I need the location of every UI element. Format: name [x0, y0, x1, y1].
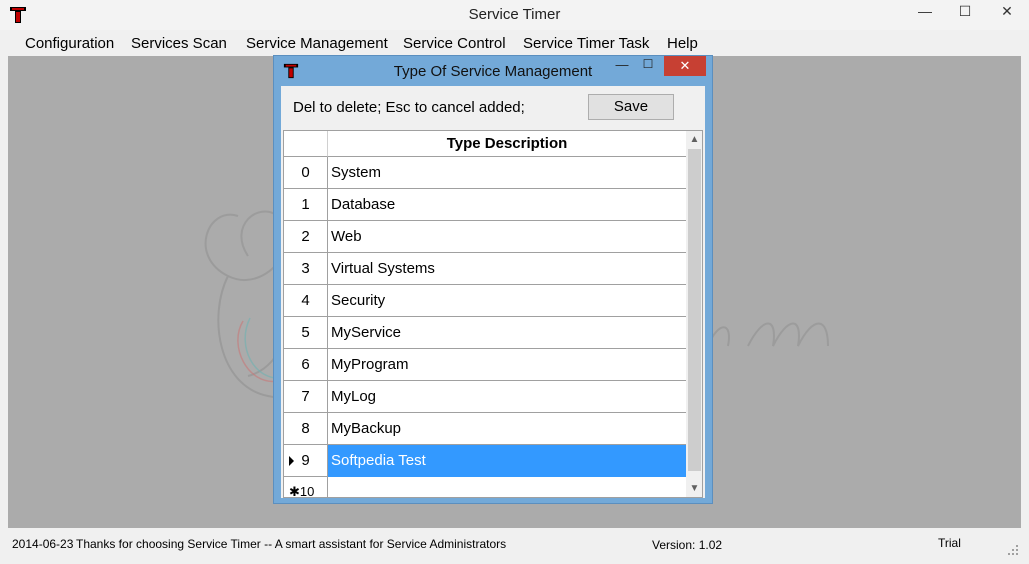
close-button[interactable]: ✕	[985, 0, 1029, 22]
row-description[interactable]: MyService	[328, 317, 686, 349]
row-description[interactable]: Database	[328, 189, 686, 221]
row-index: 4	[284, 285, 328, 317]
row-index: 7	[284, 381, 328, 413]
table-row[interactable]: 7 MyLog	[284, 381, 686, 413]
new-row-number: 10	[299, 484, 315, 498]
menu-service-control[interactable]: Service Control	[403, 35, 506, 52]
table-row[interactable]: 3 Virtual Systems	[284, 253, 686, 285]
menu-service-timer-task[interactable]: Service Timer Task	[523, 35, 649, 52]
row-description[interactable]: Softpedia Test	[328, 445, 686, 477]
grid-header-corner[interactable]	[284, 131, 328, 157]
title-bar: Service Timer — ☐ ✕	[0, 0, 1029, 30]
row-description[interactable]: Virtual Systems	[328, 253, 686, 285]
new-row[interactable]: ✱10	[284, 477, 686, 498]
dialog-close-button[interactable]: ✕	[664, 56, 706, 76]
row-index: 3	[284, 253, 328, 285]
column-header-type-description[interactable]: Type Description	[328, 131, 686, 157]
table-row[interactable]: 8 MyBackup	[284, 413, 686, 445]
row-index: 8	[284, 413, 328, 445]
dialog-maximize-button[interactable]: ☐	[636, 57, 660, 75]
row-description[interactable]: MyProgram	[328, 349, 686, 381]
dialog-minimize-button[interactable]: —	[610, 57, 634, 75]
table-row[interactable]: 1 Database	[284, 189, 686, 221]
row-index: 5	[284, 317, 328, 349]
size-grip-icon[interactable]	[1007, 544, 1019, 556]
row-index: 9	[284, 445, 328, 477]
window-title: Service Timer	[468, 6, 561, 23]
dialog-content: Del to delete; Esc to cancel added; Save…	[281, 86, 705, 498]
minimize-button[interactable]: —	[910, 0, 940, 22]
scroll-up-icon[interactable]: ▲	[686, 131, 702, 148]
save-button[interactable]: Save	[588, 94, 674, 120]
status-date: 2014-06-23	[12, 537, 74, 551]
status-bar: 2014-06-23 Thanks for choosing Service T…	[8, 530, 1021, 558]
row-index: 1	[284, 189, 328, 221]
maximize-button[interactable]: ☐	[950, 0, 980, 22]
vertical-scrollbar[interactable]: ▲ ▼	[686, 131, 702, 497]
status-license: Trial	[938, 536, 961, 550]
table-row[interactable]: 2 Web	[284, 221, 686, 253]
grid-header: Type Description	[284, 131, 686, 157]
row-description[interactable]: Web	[328, 221, 686, 253]
dialog-title-bar[interactable]: Type Of Service Management — ☐ ✕	[274, 56, 712, 86]
type-of-service-management-dialog: Type Of Service Management — ☐ ✕ Del to …	[273, 55, 713, 504]
menu-service-management[interactable]: Service Management	[246, 35, 388, 52]
row-description[interactable]: MyBackup	[328, 413, 686, 445]
menu-configuration[interactable]: Configuration	[25, 35, 114, 52]
row-description[interactable]: MyLog	[328, 381, 686, 413]
scrollbar-thumb[interactable]	[688, 149, 701, 471]
row-description[interactable]: System	[328, 157, 686, 189]
new-row-description[interactable]	[328, 477, 686, 497]
table-row[interactable]: 5 MyService	[284, 317, 686, 349]
table-row-selected[interactable]: 9 Softpedia Test	[284, 445, 686, 477]
scroll-down-icon[interactable]: ▼	[686, 480, 702, 497]
new-row-icon: ✱	[289, 484, 300, 498]
table-row[interactable]: 0 System	[284, 157, 686, 189]
type-grid: Type Description 0 System 1 Database 2 W…	[283, 130, 703, 498]
menu-services-scan[interactable]: Services Scan	[131, 35, 227, 52]
new-row-index: ✱10	[284, 477, 328, 498]
row-index: 6	[284, 349, 328, 381]
row-index: 2	[284, 221, 328, 253]
table-row[interactable]: 4 Security	[284, 285, 686, 317]
row-index: 0	[284, 157, 328, 189]
menu-help[interactable]: Help	[667, 35, 698, 52]
table-row[interactable]: 6 MyProgram	[284, 349, 686, 381]
hint-text: Del to delete; Esc to cancel added;	[293, 99, 525, 116]
menu-bar: Configuration Services Scan Service Mana…	[8, 30, 1021, 56]
status-message: Thanks for choosing Service Timer -- A s…	[76, 537, 507, 551]
row-description[interactable]: Security	[328, 285, 686, 317]
status-version: Version: 1.02	[652, 538, 723, 552]
